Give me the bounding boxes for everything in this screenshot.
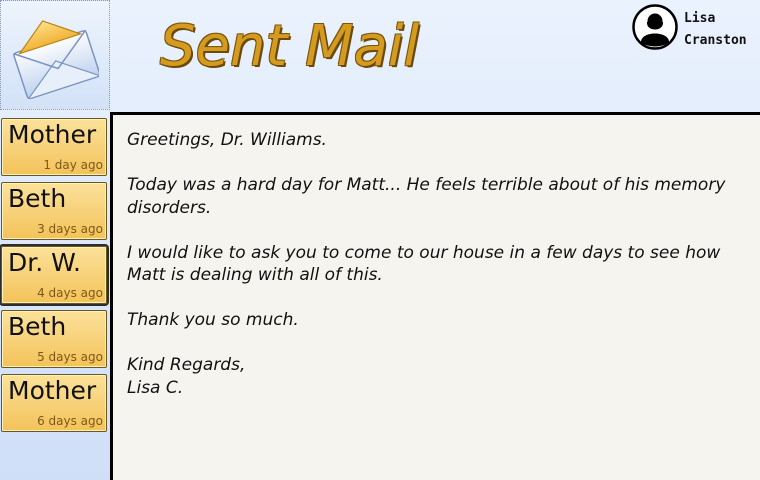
message-pane: Greetings, Dr. Williams. Today was a har… [110,112,760,480]
contact-name: Beth [8,312,67,341]
sent-contacts-list: Mother 1 day ago Beth 3 days ago Dr. W. … [0,112,110,480]
user-name: Lisa Cranston [684,8,747,52]
header: Sent Mail Lisa Cranston [0,0,760,112]
contact-item-mother[interactable]: Mother 1 day ago [1,118,107,176]
user-last-name: Cranston [684,33,747,48]
message-paragraph: I would like to ask you to come to our h… [127,242,721,286]
mail-app: Sent Mail Lisa Cranston Mother 1 day ago… [0,0,760,480]
contact-name: Mother [8,376,97,405]
app-logo [0,0,110,110]
envelope-icon [13,20,99,99]
contact-time: 6 days ago [37,414,103,428]
message-paragraph: Today was a hard day for Matt... He feel… [127,175,726,218]
contact-item-beth[interactable]: Beth 3 days ago [1,182,107,240]
contact-time: 1 day ago [43,158,103,172]
message-signature: Kind Regards, Lisa C. [127,354,747,399]
user-first-name: Lisa [684,11,716,26]
message-greeting: Greetings, Dr. Williams. [127,130,327,150]
contact-item-dr-w[interactable]: Dr. W. 4 days ago [1,246,107,304]
message-paragraph: Thank you so much. [127,310,299,330]
contact-item-mother[interactable]: Mother 6 days ago [1,374,107,432]
contact-time: 5 days ago [37,350,103,364]
user-profile[interactable]: Lisa Cranston [632,4,752,52]
contact-item-beth[interactable]: Beth 5 days ago [1,310,107,368]
message-sender: Lisa C. [127,377,184,398]
contact-name: Mother [8,120,97,149]
contact-time: 3 days ago [37,222,103,236]
message-closing: Kind Regards, [127,355,246,375]
contact-time: 4 days ago [37,286,103,300]
user-silhouette-icon [632,4,678,50]
contact-name: Beth [8,184,67,213]
page-title: Sent Mail [160,14,419,79]
message-body: Greetings, Dr. Williams. Today was a har… [127,129,747,422]
contact-name: Dr. W. [8,248,81,277]
